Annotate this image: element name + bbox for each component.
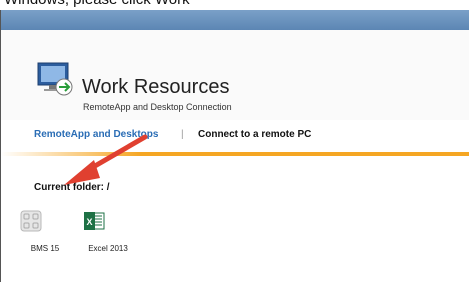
page-title: Work Resources	[82, 76, 230, 98]
page-caption: Windows, please click Work	[0, 0, 469, 10]
excel-icon: X	[84, 212, 105, 230]
remote-desktop-icon	[37, 62, 73, 96]
app-label: Excel 2013	[88, 244, 128, 253]
tab-connect-remote-pc[interactable]: Connect to a remote PC	[198, 129, 311, 140]
tab-remoteapp-desktops[interactable]: RemoteApp and Desktops	[34, 129, 158, 140]
app-tile-excel[interactable]: X Excel 2013	[83, 210, 133, 253]
app-tile-bms[interactable]: BMS 15	[20, 210, 70, 253]
svg-text:X: X	[86, 217, 92, 227]
page-subtitle: RemoteApp and Desktop Connection	[83, 102, 232, 112]
divider	[1, 152, 469, 156]
current-folder-label: Current folder: /	[34, 182, 110, 193]
generic-app-icon	[20, 210, 42, 232]
nav-bar: RemoteApp and Desktops | Connect to a re…	[1, 120, 469, 148]
window-top-bar	[1, 10, 469, 30]
header: Work Resources RemoteApp and Desktop Con…	[1, 30, 469, 120]
caption-text: Windows, please click Work	[4, 0, 190, 8]
app-label: BMS 15	[30, 244, 60, 253]
nav-separator: |	[181, 129, 184, 140]
remote-web-window: Work Resources RemoteApp and Desktop Con…	[0, 10, 469, 282]
